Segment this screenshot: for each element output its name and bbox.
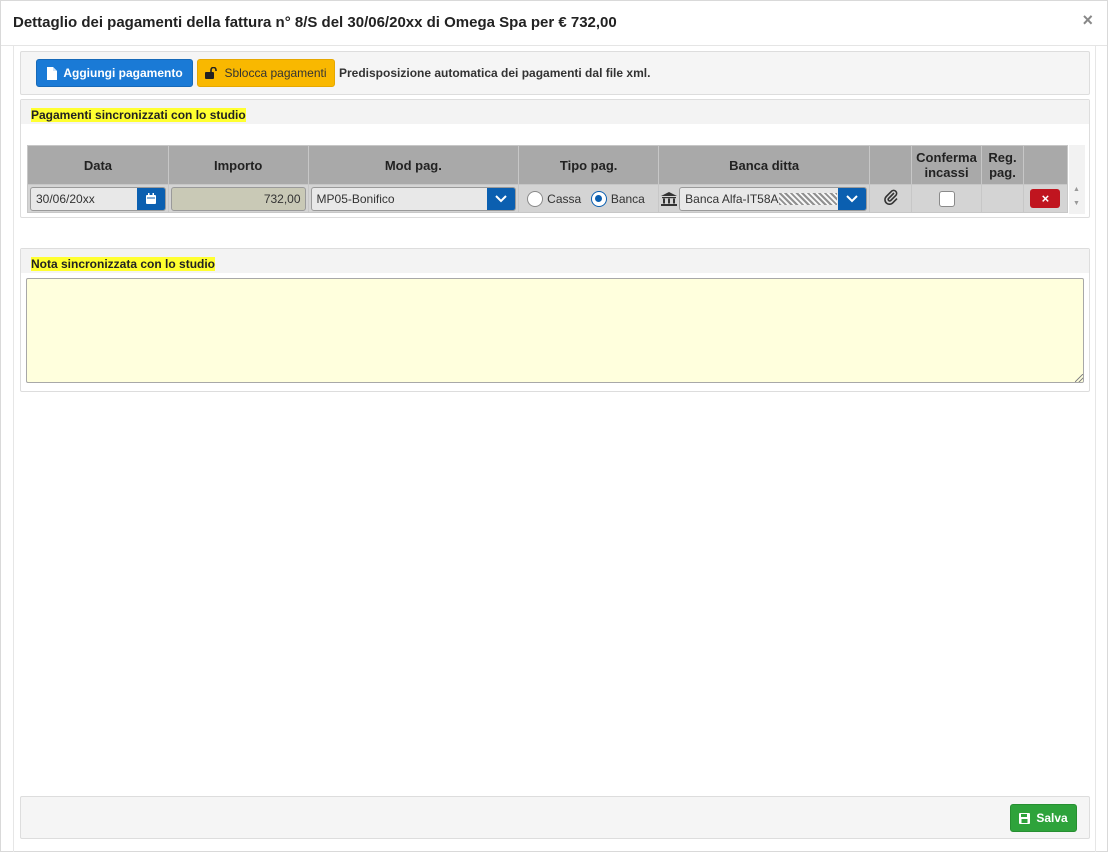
bank-value: Banca Alfa-IT58A <box>680 192 838 206</box>
save-label: Salva <box>1036 811 1068 825</box>
footer-panel: Salva <box>20 796 1090 839</box>
document-icon <box>47 66 58 80</box>
save-button[interactable]: Salva <box>1010 804 1077 832</box>
payments-section-header: Pagamenti sincronizzati con lo studio <box>21 100 1089 124</box>
payment-method-value: MP05-Bonifico <box>316 191 395 206</box>
radio-banca-label: Banca <box>610 191 645 206</box>
confirm-receipts-checkbox[interactable] <box>938 190 955 207</box>
calendar-icon[interactable] <box>136 187 165 210</box>
note-textarea[interactable] <box>26 278 1084 383</box>
date-value: 30/06/20xx <box>36 191 95 206</box>
col-header-mod-pag: Mod pag. <box>307 145 520 185</box>
col-header-conferma-incassi: Conferma incassi <box>911 145 982 185</box>
unlock-payments-label: Sblocca pagamenti <box>224 66 327 80</box>
close-icon[interactable]: × <box>1082 11 1093 29</box>
col-header-data: Data <box>27 145 169 185</box>
col-header-conferma-line2: incassi <box>924 165 969 180</box>
note-section-title: Nota sincronizzata con lo studio <box>31 257 216 271</box>
col-header-actions <box>1022 145 1069 185</box>
cell-mod-pag: MP05-Bonifico <box>307 184 520 213</box>
bank-name: Banca Alfa-IT58A <box>685 191 779 206</box>
cell-tipo-pag: Cassa Banca <box>518 184 660 213</box>
payments-grid: Data Importo Mod pag. Tipo pag. Banca di… <box>27 145 1085 214</box>
payment-detail-modal: Dettaglio dei pagamenti della fattura n°… <box>0 0 1108 852</box>
col-header-importo: Importo <box>167 145 309 185</box>
floppy-disk-icon <box>1019 812 1031 824</box>
auto-setup-text: Predisposizione automatica dei pagamenti… <box>339 66 651 80</box>
unlock-payments-button[interactable]: Sblocca pagamenti <box>197 59 335 87</box>
col-header-tipo-pag: Tipo pag. <box>518 145 660 185</box>
cell-importo: 732,00 <box>167 184 309 213</box>
col-header-reg-line1: Reg. <box>988 150 1017 165</box>
cell-banca-ditta: Banca Alfa-IT58A <box>658 184 871 213</box>
modal-header: Dettaglio dei pagamenti della fattura n°… <box>1 1 1107 46</box>
cell-data: 30/06/20xx <box>27 184 169 213</box>
cell-reg-pag <box>981 184 1024 213</box>
col-header-banca-ditta: Banca ditta <box>658 145 871 185</box>
payments-table: Data Importo Mod pag. Tipo pag. Banca di… <box>27 145 1069 213</box>
col-header-reg-pag: Reg. pag. <box>981 145 1024 185</box>
add-payment-button[interactable]: Aggiungi pagamento <box>36 59 193 87</box>
radio-cassa[interactable] <box>527 190 544 207</box>
paperclip-icon[interactable] <box>883 189 898 206</box>
close-icon: × <box>1041 191 1050 206</box>
masked-iban <box>778 193 837 206</box>
date-input[interactable]: 30/06/20xx <box>30 186 166 211</box>
resize-grip-icon[interactable] <box>1075 374 1083 382</box>
scroll-down-icon[interactable]: ▼ <box>1073 200 1080 207</box>
note-section-header: Nota sincronizzata con lo studio <box>21 249 1089 273</box>
radio-banca[interactable] <box>590 190 607 207</box>
bank-select[interactable]: Banca Alfa-IT58A <box>679 186 868 211</box>
bank-icon <box>661 191 678 206</box>
cell-conferma-incassi <box>911 184 982 213</box>
note-section: Nota sincronizzata con lo studio <box>20 248 1090 392</box>
unlock-icon <box>205 67 218 79</box>
col-header-attach <box>869 145 913 185</box>
cell-actions: × <box>1022 184 1069 213</box>
chevron-down-icon[interactable] <box>487 187 516 210</box>
table-header-row: Data Importo Mod pag. Tipo pag. Banca di… <box>27 145 1069 185</box>
grid-scrollbar[interactable]: ▲ ▼ <box>1069 145 1085 214</box>
toolbar-panel: Aggiungi pagamento Sblocca pagamenti Pre… <box>20 51 1090 95</box>
delete-row-button[interactable]: × <box>1030 189 1061 208</box>
add-payment-label: Aggiungi pagamento <box>63 66 183 80</box>
radio-cassa-label: Cassa <box>547 191 582 206</box>
scroll-up-icon[interactable]: ▲ <box>1073 186 1080 193</box>
chevron-down-icon[interactable] <box>838 187 867 210</box>
amount-value: 732,00 <box>263 191 301 206</box>
payments-section: Pagamenti sincronizzati con lo studio Da… <box>20 99 1090 218</box>
col-header-conferma-line1: Conferma <box>916 150 977 165</box>
table-row: 30/06/20xx 732,00 MP05-Bonifico Cassa Ba… <box>27 184 1069 213</box>
payment-method-select[interactable]: MP05-Bonifico <box>310 186 517 211</box>
modal-title: Dettaglio dei pagamenti della fattura n°… <box>13 14 617 31</box>
cell-attach <box>869 184 913 213</box>
amount-input[interactable]: 732,00 <box>170 186 306 211</box>
col-header-reg-line2: pag. <box>989 165 1016 180</box>
payments-section-title: Pagamenti sincronizzati con lo studio <box>31 108 246 122</box>
